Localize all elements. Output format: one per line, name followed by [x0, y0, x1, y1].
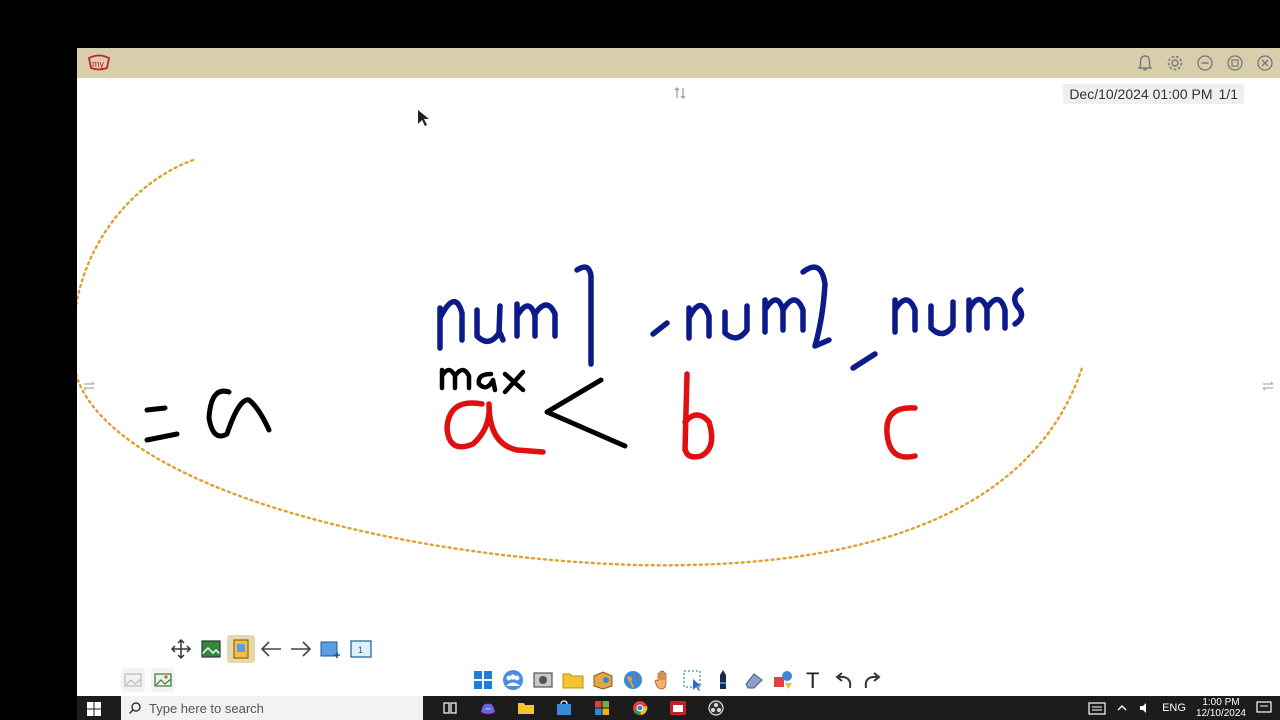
title-bar[interactable]: my — [77, 48, 1280, 78]
undo-icon[interactable] — [829, 666, 857, 694]
notification-icon[interactable] — [1256, 701, 1272, 715]
ink-b-red — [682, 371, 715, 460]
arrow-right-icon[interactable] — [287, 635, 315, 663]
taskbar-search[interactable]: Type here to search — [121, 696, 423, 720]
start-icon[interactable] — [85, 700, 103, 718]
minimize-icon[interactable] — [1192, 51, 1218, 75]
language-indicator[interactable]: ENG — [1162, 702, 1186, 714]
hand-icon[interactable] — [649, 666, 677, 694]
screenshot-icon[interactable] — [197, 635, 225, 663]
news-icon[interactable] — [1088, 701, 1106, 715]
shapes-icon[interactable] — [769, 666, 797, 694]
office-icon[interactable] — [587, 698, 617, 718]
lasso-selection — [77, 158, 1085, 567]
file-explorer-icon[interactable] — [511, 698, 541, 718]
clock-time: 1:00 PM — [1202, 697, 1240, 708]
windows-taskbar: Type here to search ENG 1:00 PM 12/10/20… — [77, 696, 1280, 720]
volume-icon[interactable] — [1138, 701, 1152, 715]
taskbar-clock[interactable]: 1:00 PM 12/10/2024 — [1196, 697, 1246, 719]
ink-a-red — [444, 400, 546, 455]
background-icon[interactable] — [121, 668, 145, 692]
ink-max — [439, 367, 526, 395]
svg-text:T: T — [806, 669, 819, 691]
store-icon[interactable] — [549, 698, 579, 718]
redo-icon[interactable] — [859, 666, 887, 694]
taskbar-apps — [435, 698, 731, 718]
ink-num2 — [650, 264, 832, 349]
pen-icon[interactable] — [709, 666, 737, 694]
clock-date: 12/10/2024 — [1195, 708, 1246, 719]
gear-icon[interactable] — [1162, 51, 1188, 75]
mouse-cursor-icon — [418, 110, 429, 126]
main-toolbar: T — [469, 666, 887, 694]
ink-equals-a — [144, 388, 272, 443]
select-icon[interactable] — [679, 666, 707, 694]
ink-num1 — [437, 264, 594, 367]
page-number-icon[interactable]: 1 — [347, 635, 375, 663]
whiteboard-window: my Dec/10/2024 01:00 PM 1/1 1 T — [77, 48, 1280, 696]
chrome-icon[interactable] — [625, 698, 655, 718]
copilot-icon[interactable] — [473, 698, 503, 718]
move-icon[interactable] — [167, 635, 195, 663]
folder-icon[interactable] — [559, 666, 587, 694]
system-tray: ENG 1:00 PM 12/10/2024 — [1088, 696, 1272, 720]
svg-text:my: my — [92, 59, 104, 69]
search-icon — [121, 701, 149, 715]
svg-text:1: 1 — [358, 645, 363, 655]
obs-icon[interactable] — [701, 698, 731, 718]
box-icon[interactable] — [589, 666, 617, 694]
text-icon[interactable]: T — [799, 666, 827, 694]
ink-nums — [850, 287, 1025, 371]
bell-icon[interactable] — [1132, 51, 1158, 75]
people-icon[interactable] — [499, 666, 527, 694]
restore-icon[interactable] — [1222, 51, 1248, 75]
add-page-icon[interactable] — [317, 635, 345, 663]
globe-icon[interactable] — [619, 666, 647, 694]
image-icon[interactable] — [151, 668, 175, 692]
whiteboard-canvas[interactable] — [77, 78, 1280, 696]
task-view-icon[interactable] — [435, 698, 465, 718]
page-list-icon[interactable] — [227, 635, 255, 663]
eraser-icon[interactable] — [739, 666, 767, 694]
search-placeholder: Type here to search — [149, 700, 264, 716]
close-icon[interactable] — [1252, 51, 1278, 75]
ink-c-red — [884, 405, 918, 460]
camera-icon[interactable] — [529, 666, 557, 694]
ink-less-than — [544, 377, 628, 449]
arrow-left-icon[interactable] — [257, 635, 285, 663]
ink-layer — [77, 110, 1085, 567]
windows-icon[interactable] — [469, 666, 497, 694]
page-toolbar: 1 — [167, 635, 375, 663]
myviewboard-icon[interactable] — [663, 698, 693, 718]
myviewboard-logo[interactable]: my — [85, 54, 113, 72]
chevron-up-icon[interactable] — [1116, 703, 1128, 713]
left-tools — [121, 668, 175, 692]
